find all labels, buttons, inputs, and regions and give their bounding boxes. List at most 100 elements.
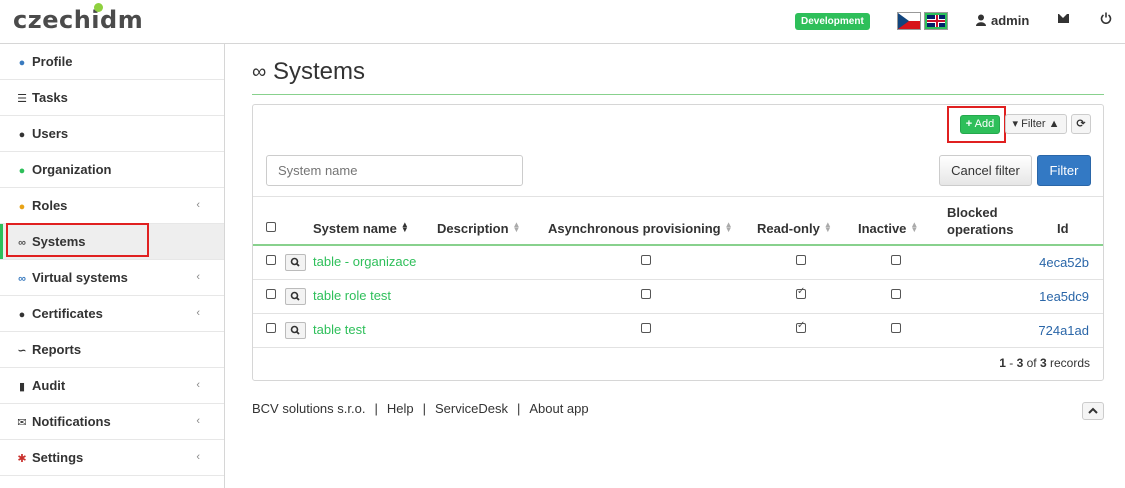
column-label: Read-only bbox=[757, 221, 820, 236]
sidebar-item-users[interactable]: ● Users bbox=[0, 116, 224, 152]
user-menu[interactable]: admin bbox=[975, 13, 1029, 28]
title-divider bbox=[252, 94, 1104, 95]
chevron-up-icon bbox=[1088, 407, 1098, 414]
column-label-line1: Blocked bbox=[947, 205, 998, 220]
select-all-checkbox[interactable] bbox=[266, 222, 276, 232]
sidebar-item-roles[interactable]: ● Roles ‹ bbox=[0, 188, 224, 224]
scroll-to-top-button[interactable] bbox=[1082, 402, 1104, 420]
system-id-link[interactable]: 4eca52b bbox=[1039, 255, 1089, 270]
magnifier-icon bbox=[290, 325, 300, 335]
column-label: Asynchronous provisioning bbox=[548, 221, 721, 236]
username: admin bbox=[991, 13, 1030, 28]
detail-button[interactable] bbox=[285, 288, 306, 305]
records-from: 1 bbox=[999, 356, 1006, 370]
top-navbar: czechidm Development admin bbox=[0, 0, 1125, 44]
detail-button[interactable] bbox=[285, 322, 306, 339]
system-id-link[interactable]: 724a1ad bbox=[1038, 323, 1089, 338]
plus-icon: + bbox=[965, 118, 973, 130]
records-dash: - bbox=[1005, 356, 1017, 370]
user-icon bbox=[976, 14, 986, 26]
page-title: ∞ Systems bbox=[252, 58, 365, 86]
footer-separator: | bbox=[374, 401, 378, 416]
chevron-left-icon: ‹ bbox=[196, 451, 200, 463]
footer-servicedesk-link[interactable]: ServiceDesk bbox=[435, 401, 508, 416]
column-header-async-provisioning[interactable]: Asynchronous provisioning ▲ ▼ bbox=[548, 220, 733, 237]
certificate-icon: ● bbox=[18, 309, 26, 321]
add-button[interactable]: + Add bbox=[960, 115, 1000, 134]
power-icon[interactable] bbox=[1100, 12, 1112, 24]
link-icon: ∞ bbox=[252, 61, 267, 83]
column-header-system-name[interactable]: System name ▲ ▼ bbox=[313, 221, 409, 237]
magnifier-icon bbox=[290, 257, 300, 267]
magnifier-icon bbox=[290, 291, 300, 301]
system-name-link[interactable]: table role test bbox=[313, 288, 391, 303]
caret-up-icon: ▲ bbox=[1048, 118, 1060, 130]
inactive-checkbox bbox=[891, 323, 901, 333]
sidebar-item-virtual-systems[interactable]: ∞ Virtual systems ‹ bbox=[0, 260, 224, 296]
sidebar-item-notifications[interactable]: ✉ Notifications ‹ bbox=[0, 404, 224, 440]
table-row: table test 724a1ad bbox=[253, 314, 1103, 348]
filter-toggle-button[interactable]: ▾ Filter ▲ bbox=[1005, 114, 1067, 134]
brand-logo-part1: czech bbox=[13, 6, 92, 34]
sidebar-item-organization[interactable]: ● Organization bbox=[0, 152, 224, 188]
czech-flag-icon[interactable] bbox=[897, 12, 921, 30]
brand-logo[interactable]: czechidm bbox=[13, 3, 143, 34]
async-checkbox bbox=[641, 323, 651, 333]
detail-button[interactable] bbox=[285, 254, 306, 271]
inactive-checkbox bbox=[891, 255, 901, 265]
row-select-checkbox[interactable] bbox=[266, 323, 276, 333]
records-of: of bbox=[1023, 356, 1040, 370]
filter-divider bbox=[253, 196, 1103, 197]
async-checkbox bbox=[641, 289, 651, 299]
row-select-checkbox[interactable] bbox=[266, 255, 276, 265]
column-label: System name bbox=[313, 221, 397, 236]
footer-help-link[interactable]: Help bbox=[387, 401, 414, 416]
brand-logo-dot bbox=[94, 3, 103, 12]
system-name-input[interactable] bbox=[266, 155, 523, 186]
refresh-button[interactable]: ⟳ bbox=[1071, 114, 1091, 134]
bar-chart-icon: ▮ bbox=[18, 381, 26, 393]
sidebar-item-profile[interactable]: ● Profile bbox=[0, 44, 224, 80]
tasks-icon: ☰ bbox=[17, 93, 27, 105]
systems-panel: + Add ▾ Filter ▲ ⟳ Cancel filter Filter … bbox=[252, 104, 1104, 381]
sidebar-item-audit[interactable]: ▮ Audit ‹ bbox=[0, 368, 224, 404]
system-name-link[interactable]: table test bbox=[313, 322, 366, 337]
pagination-summary: 1 - 3 of 3 records bbox=[999, 356, 1090, 370]
envelope-icon[interactable] bbox=[1058, 14, 1069, 23]
chevron-left-icon: ‹ bbox=[196, 379, 200, 391]
sidebar-item-label: Tasks bbox=[32, 90, 68, 105]
footer-company-link[interactable]: BCV solutions s.r.o. bbox=[252, 401, 365, 416]
column-header-description[interactable]: Description ▲ ▼ bbox=[437, 221, 520, 237]
chevron-left-icon: ‹ bbox=[196, 415, 200, 427]
sidebar-item-label: Audit bbox=[32, 378, 66, 393]
sidebar-item-tasks[interactable]: ☰ Tasks bbox=[0, 80, 224, 116]
read-only-checkbox bbox=[796, 286, 806, 299]
column-header-inactive[interactable]: Inactive ▲ ▼ bbox=[858, 221, 918, 237]
link-icon: ∞ bbox=[18, 273, 26, 285]
footer-about-link[interactable]: About app bbox=[529, 401, 588, 416]
column-header-id: Id bbox=[1057, 221, 1069, 236]
sidebar-item-reports[interactable]: ∽ Reports bbox=[0, 332, 224, 368]
add-button-label: Add bbox=[974, 118, 995, 130]
sidebar-item-settings[interactable]: ✱ Settings ‹ bbox=[0, 440, 224, 476]
sidebar-item-label: Roles bbox=[32, 198, 68, 213]
sidebar-item-label: Profile bbox=[32, 54, 73, 69]
page-title-text: Systems bbox=[272, 58, 365, 85]
english-flag-icon[interactable] bbox=[924, 12, 948, 30]
row-select-checkbox[interactable] bbox=[266, 289, 276, 299]
chevron-left-icon: ‹ bbox=[196, 199, 200, 211]
sidebar-item-certificates[interactable]: ● Certificates ‹ bbox=[0, 296, 224, 332]
users-icon: ● bbox=[18, 129, 26, 141]
table-row: table role test 1ea5dc9 bbox=[253, 280, 1103, 314]
filter-toggle-label: Filter bbox=[1021, 118, 1046, 130]
footer: BCV solutions s.r.o. | Help | ServiceDesk | Ab… bbox=[252, 401, 589, 416]
system-name-link[interactable]: table - organizace bbox=[313, 254, 416, 269]
sort-icon: ▲ ▼ bbox=[724, 220, 733, 234]
system-id-link[interactable]: 1ea5dc9 bbox=[1039, 289, 1089, 304]
read-only-checkbox bbox=[796, 255, 806, 265]
apply-filter-button[interactable]: Filter bbox=[1037, 155, 1091, 186]
sidebar: ● Profile ☰ Tasks ● Users ● Organization ● Ro… bbox=[0, 44, 225, 488]
footer-separator: | bbox=[422, 401, 426, 416]
column-header-read-only[interactable]: Read-only ▲ ▼ bbox=[757, 221, 832, 237]
cancel-filter-button[interactable]: Cancel filter bbox=[939, 155, 1032, 186]
